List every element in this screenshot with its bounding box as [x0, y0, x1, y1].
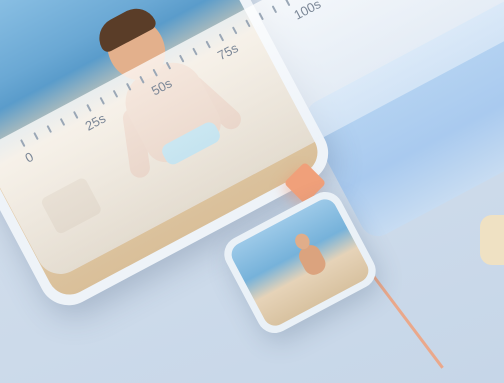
- timeline-label-0: 0: [22, 148, 36, 166]
- clip-thumbnail: [227, 195, 373, 330]
- tick: [152, 68, 158, 77]
- tick: [86, 103, 92, 112]
- tick: [46, 125, 53, 134]
- timeline-label-100s: 100s: [291, 0, 324, 23]
- timeline-label-25s: 25s: [82, 110, 109, 134]
- tick: [33, 132, 39, 141]
- tick: [258, 12, 264, 21]
- tick: [245, 19, 251, 28]
- tick: [271, 5, 278, 14]
- tick: [192, 47, 198, 56]
- tick: [125, 82, 132, 91]
- tick: [205, 40, 211, 49]
- tick: [218, 33, 225, 42]
- video-editor-scene: 0 25s 50s 75s 100s 150s: [0, 0, 504, 383]
- tick: [72, 110, 79, 119]
- tick: [178, 54, 185, 63]
- tick: [284, 0, 291, 7]
- tick: [165, 61, 172, 70]
- timeline-label-50s: 50s: [148, 75, 175, 99]
- tick: [139, 75, 145, 84]
- right-edge-clip-tab: [480, 215, 504, 265]
- tick: [231, 26, 238, 35]
- tick: [99, 96, 105, 105]
- clip-child-figure: [285, 227, 335, 285]
- timeline-label-75s: 75s: [215, 40, 241, 64]
- tick: [112, 89, 119, 98]
- tick: [59, 117, 66, 126]
- tick: [20, 139, 26, 148]
